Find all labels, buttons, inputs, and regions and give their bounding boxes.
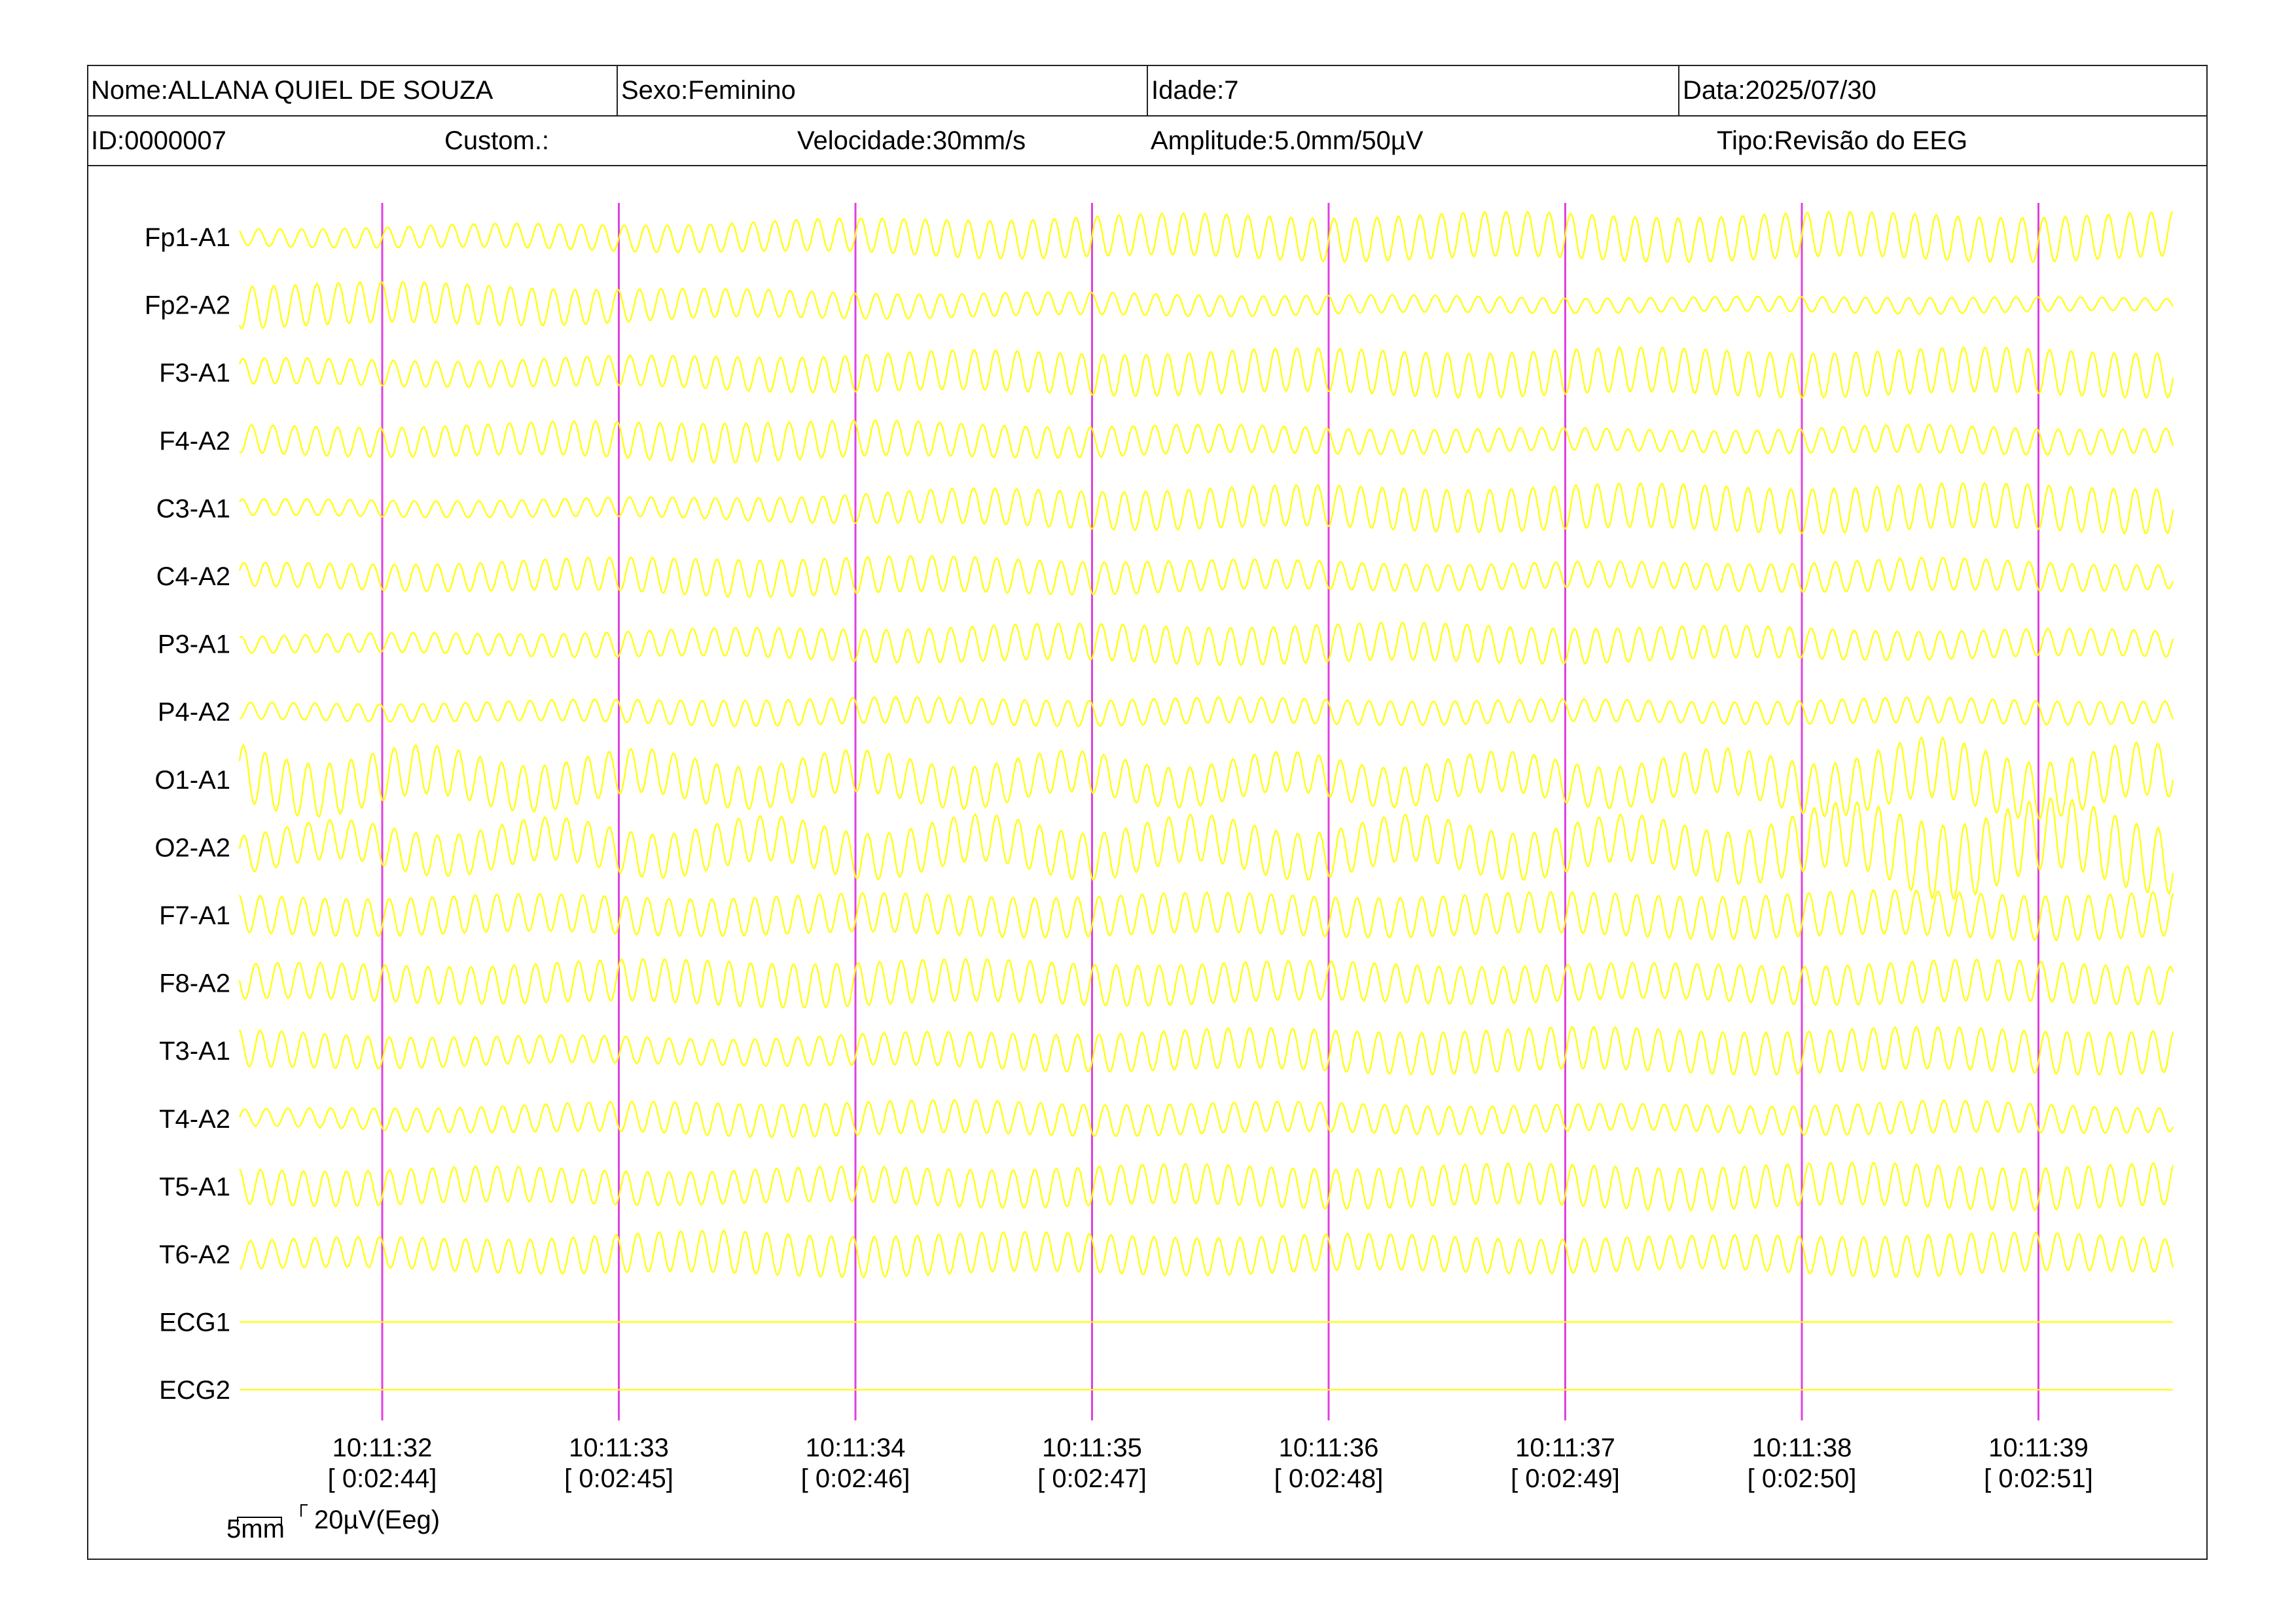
channel-label: Fp2-A2 (145, 291, 230, 320)
time-tick-clock: 10:11:35 (1042, 1434, 1142, 1462)
time-tick-elapsed: [ 0:02:51] (1984, 1464, 2093, 1493)
eeg-trace-f3-a1 (238, 346, 2174, 399)
channel-label: C3-A1 (156, 494, 230, 523)
eeg-trace-o1-a1 (238, 736, 2174, 821)
time-tick-clock: 10:11:34 (806, 1434, 906, 1462)
time-tick-clock: 10:11:37 (1515, 1434, 1615, 1462)
channel-label: Fp1-A1 (145, 223, 230, 252)
channel-label: ECG2 (159, 1376, 230, 1405)
time-tick-elapsed: [ 0:02:44] (328, 1464, 437, 1493)
eeg-trace-fp2-a2 (238, 281, 2174, 329)
time-tick-clock: 10:11:33 (569, 1434, 669, 1462)
time-tick-clock: 10:11:39 (1988, 1434, 2089, 1462)
channel-label: T6-A2 (159, 1240, 230, 1269)
time-tick-clock: 10:11:32 (332, 1434, 433, 1462)
time-tick-clock: 10:11:36 (1279, 1434, 1379, 1462)
channel-label: P3-A1 (158, 630, 230, 659)
channel-label: C4-A2 (156, 562, 230, 591)
channel-label: F4-A2 (159, 427, 230, 456)
eeg-trace-p4-a2 (239, 696, 2174, 727)
eeg-traces (238, 210, 2174, 1391)
eeg-trace-t4-a2 (238, 1098, 2174, 1138)
time-tick-elapsed: [ 0:02:45] (564, 1464, 673, 1493)
eeg-trace-f8-a2 (238, 958, 2174, 1009)
time-tick-elapsed: [ 0:02:47] (1037, 1464, 1147, 1493)
eeg-trace-c4-a2 (238, 554, 2174, 598)
scale-bar: 5mm 20µV(Eeg) (226, 1504, 440, 1543)
eeg-trace-fp1-a1 (239, 210, 2174, 264)
channel-label: P4-A2 (158, 698, 230, 727)
channel-label: O1-A1 (154, 766, 230, 795)
time-tick-elapsed: [ 0:02:49] (1511, 1464, 1620, 1493)
eeg-trace-o2-a2 (238, 797, 2174, 900)
channel-labels: Fp1-A1 Fp2-A2 F3-A1 F4-A2 C3-A1 C4-A2 P3-A1 P4-… (145, 223, 230, 1405)
channel-label: T4-A2 (159, 1105, 230, 1134)
channel-label: F3-A1 (159, 359, 230, 388)
channel-label: T5-A1 (159, 1172, 230, 1201)
eeg-trace-f7-a1 (238, 889, 2174, 942)
eeg-trace-f4-a2 (239, 419, 2174, 464)
channel-label: F8-A2 (159, 969, 230, 998)
channel-label: F7-A1 (159, 901, 230, 930)
time-tick-elapsed: [ 0:02:48] (1274, 1464, 1384, 1493)
eeg-plot: Fp1-A1 Fp2-A2 F3-A1 F4-A2 C3-A1 C4-A2 P3-A1 P4-… (145, 203, 2174, 1543)
time-tick-elapsed: [ 0:02:50] (1748, 1464, 1857, 1493)
scale-bar-amplitude-label: 20µV(Eeg) (314, 1506, 440, 1534)
channel-label: O2-A2 (154, 833, 230, 862)
time-tick-clock: 10:11:38 (1752, 1434, 1852, 1462)
scale-bar-amplitude-mark (300, 1504, 308, 1517)
eeg-trace-t3-a1 (238, 1025, 2174, 1076)
channel-label: T3-A1 (159, 1037, 230, 1066)
eeg-trace-t5-a1 (239, 1161, 2174, 1212)
time-tick-labels: 10:11:32[ 0:02:44] 10:11:33[ 0:02:45] 10:1… (328, 1434, 2093, 1493)
scale-bar-time-label: 5mm (226, 1515, 285, 1543)
time-marker-lines (381, 203, 2039, 1420)
eeg-trace-c3-a1 (239, 482, 2174, 535)
eeg-trace-p3-a1 (239, 621, 2174, 666)
channel-label: ECG1 (159, 1308, 230, 1337)
time-tick-elapsed: [ 0:02:46] (801, 1464, 910, 1493)
eeg-trace-t6-a2 (239, 1229, 2174, 1278)
